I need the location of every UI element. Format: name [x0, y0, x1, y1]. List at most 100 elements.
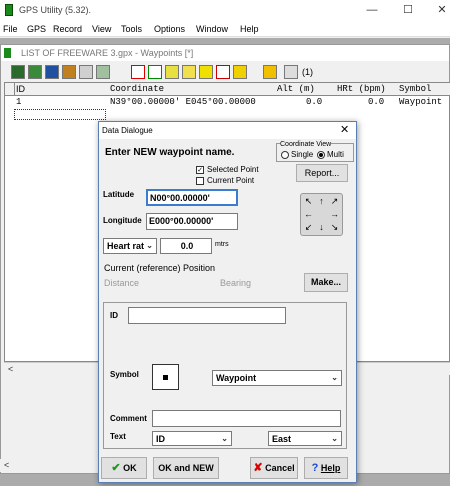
- menu-help[interactable]: Help: [240, 24, 259, 34]
- comment-input[interactable]: [152, 410, 341, 427]
- edit-waypoint-icon[interactable]: [28, 65, 42, 79]
- settings-icon[interactable]: [96, 65, 110, 79]
- make-button[interactable]: Make...: [304, 273, 348, 292]
- close-button[interactable]: ✕: [428, 2, 450, 18]
- toolbar: (1): [1, 62, 449, 82]
- cell-symbol[interactable]: Waypoint: [399, 97, 442, 108]
- help-button[interactable]: ? Help: [304, 457, 348, 479]
- highlight-tool-icon[interactable]: [199, 65, 213, 79]
- menu-gps[interactable]: GPS: [27, 24, 46, 34]
- ok-button-label: OK: [123, 463, 137, 473]
- symbol-tool-icon[interactable]: [233, 65, 247, 79]
- bearing-label: Bearing: [220, 278, 252, 288]
- cell-coordinate[interactable]: N39°00.00000' E045°00.00000: [110, 97, 256, 108]
- distance-label: Distance: [104, 278, 140, 288]
- text-tool-icon[interactable]: [131, 65, 145, 79]
- column-header-hrt[interactable]: HRt (bpm): [335, 83, 400, 96]
- longitude-input[interactable]: E000°00.00000': [146, 213, 238, 230]
- id-input[interactable]: [128, 307, 286, 324]
- column-header-id[interactable]: ID: [14, 83, 111, 96]
- sort-icon[interactable]: [45, 65, 59, 79]
- single-radio[interactable]: [281, 151, 289, 159]
- dialog-heading: Enter NEW waypoint name.: [105, 147, 235, 158]
- comment-label: Comment: [110, 414, 147, 423]
- latitude-input[interactable]: N00°00.00000': [146, 189, 238, 206]
- text-position-select[interactable]: East ⌄: [268, 431, 342, 446]
- text-select[interactable]: ID ⌄: [152, 431, 232, 446]
- west-arrow-icon[interactable]: ←: [302, 208, 315, 221]
- minimize-button[interactable]: —: [358, 2, 386, 18]
- chevron-down-icon: ⌄: [146, 241, 153, 250]
- cell-alt[interactable]: 0.0: [306, 97, 322, 108]
- path-tool-icon[interactable]: [165, 65, 179, 79]
- dialog-title: Data Dialogue: [102, 126, 153, 135]
- record-counter: (1): [302, 67, 313, 77]
- symbol-preview[interactable]: [152, 364, 179, 390]
- scroll-left-icon[interactable]: <: [8, 364, 13, 374]
- document-icon: [4, 48, 11, 58]
- menu-view[interactable]: View: [92, 24, 111, 34]
- column-header-alt[interactable]: Alt (m): [275, 83, 338, 96]
- marker-tool-icon[interactable]: [182, 65, 196, 79]
- label-tool-icon[interactable]: [216, 65, 230, 79]
- ok-and-new-button[interactable]: OK and NEW: [153, 457, 219, 479]
- row-header-corner: [5, 83, 15, 96]
- direction-pad: ↖ ↑ ↗ ← → ↙ ↓ ↘: [300, 193, 343, 236]
- list-icon[interactable]: [284, 65, 298, 79]
- current-reference-label: Current (reference) Position: [104, 263, 216, 273]
- selected-point-checkbox[interactable]: ✓: [196, 166, 204, 174]
- menu-window[interactable]: Window: [196, 24, 228, 34]
- square-symbol-icon: [163, 375, 168, 380]
- heart-rate-input[interactable]: 0.0: [160, 238, 212, 254]
- east-arrow-icon[interactable]: →: [328, 208, 341, 221]
- heart-rate-select-value: Heart rat: [107, 241, 145, 251]
- new-row-cursor[interactable]: [14, 109, 106, 120]
- new-waypoint-icon[interactable]: [11, 65, 25, 79]
- single-radio-label: Single: [291, 150, 314, 159]
- current-point-checkbox[interactable]: [196, 177, 204, 185]
- help-question-icon: ?: [311, 462, 319, 474]
- dialog-close-button[interactable]: ✕: [340, 123, 349, 136]
- northwest-arrow-icon[interactable]: ↖: [302, 195, 315, 208]
- symbol-select[interactable]: Waypoint ⌄: [212, 370, 342, 386]
- current-point-label: Current Point: [207, 176, 255, 185]
- menu-options[interactable]: Options: [154, 24, 185, 34]
- heart-rate-unit: mtrs: [215, 241, 229, 248]
- longitude-label: Longitude: [103, 216, 142, 225]
- column-header-coordinate[interactable]: Coordinate: [108, 83, 278, 96]
- print-icon[interactable]: [79, 65, 93, 79]
- cancel-button-label: Cancel: [265, 463, 295, 473]
- latitude-label: Latitude: [103, 190, 135, 199]
- ok-button[interactable]: ✔ OK: [101, 457, 147, 479]
- text-select-value: ID: [156, 434, 165, 444]
- filter-icon[interactable]: [62, 65, 76, 79]
- arrow-tool-icon[interactable]: [148, 65, 162, 79]
- window-horizontal-scrollbar[interactable]: <: [0, 459, 100, 472]
- help-button-label: Help: [320, 463, 341, 473]
- cancel-button[interactable]: ✘ Cancel: [250, 457, 298, 479]
- wizard-icon[interactable]: [263, 65, 277, 79]
- report-button[interactable]: Report...: [296, 164, 348, 182]
- multi-radio[interactable]: [317, 151, 325, 159]
- column-header-symbol[interactable]: Symbol: [397, 83, 450, 96]
- menu-file[interactable]: File: [3, 24, 18, 34]
- menu-bar: File GPS Record View Tools Options Windo…: [0, 20, 450, 37]
- checkmark-icon: ✔: [111, 462, 121, 474]
- menu-record[interactable]: Record: [53, 24, 82, 34]
- heart-rate-select[interactable]: Heart rat ⌄: [103, 238, 157, 254]
- northeast-arrow-icon[interactable]: ↗: [328, 195, 341, 208]
- southeast-arrow-icon[interactable]: ↘: [328, 221, 341, 234]
- menu-tools[interactable]: Tools: [121, 24, 142, 34]
- south-arrow-icon[interactable]: ↓: [315, 221, 328, 234]
- app-icon: [5, 4, 13, 16]
- app-title: GPS Utility (5.32).: [19, 5, 92, 15]
- cell-hrt[interactable]: 0.0: [368, 97, 384, 108]
- maximize-button[interactable]: ☐: [394, 2, 422, 18]
- cell-id[interactable]: 1: [16, 97, 21, 108]
- north-arrow-icon[interactable]: ↑: [315, 195, 328, 208]
- southwest-arrow-icon[interactable]: ↙: [302, 221, 315, 234]
- chevron-down-icon: ⌄: [331, 434, 338, 443]
- cancel-x-icon: ✘: [253, 462, 263, 474]
- scroll-left-icon[interactable]: <: [4, 460, 9, 470]
- id-label: ID: [110, 311, 118, 320]
